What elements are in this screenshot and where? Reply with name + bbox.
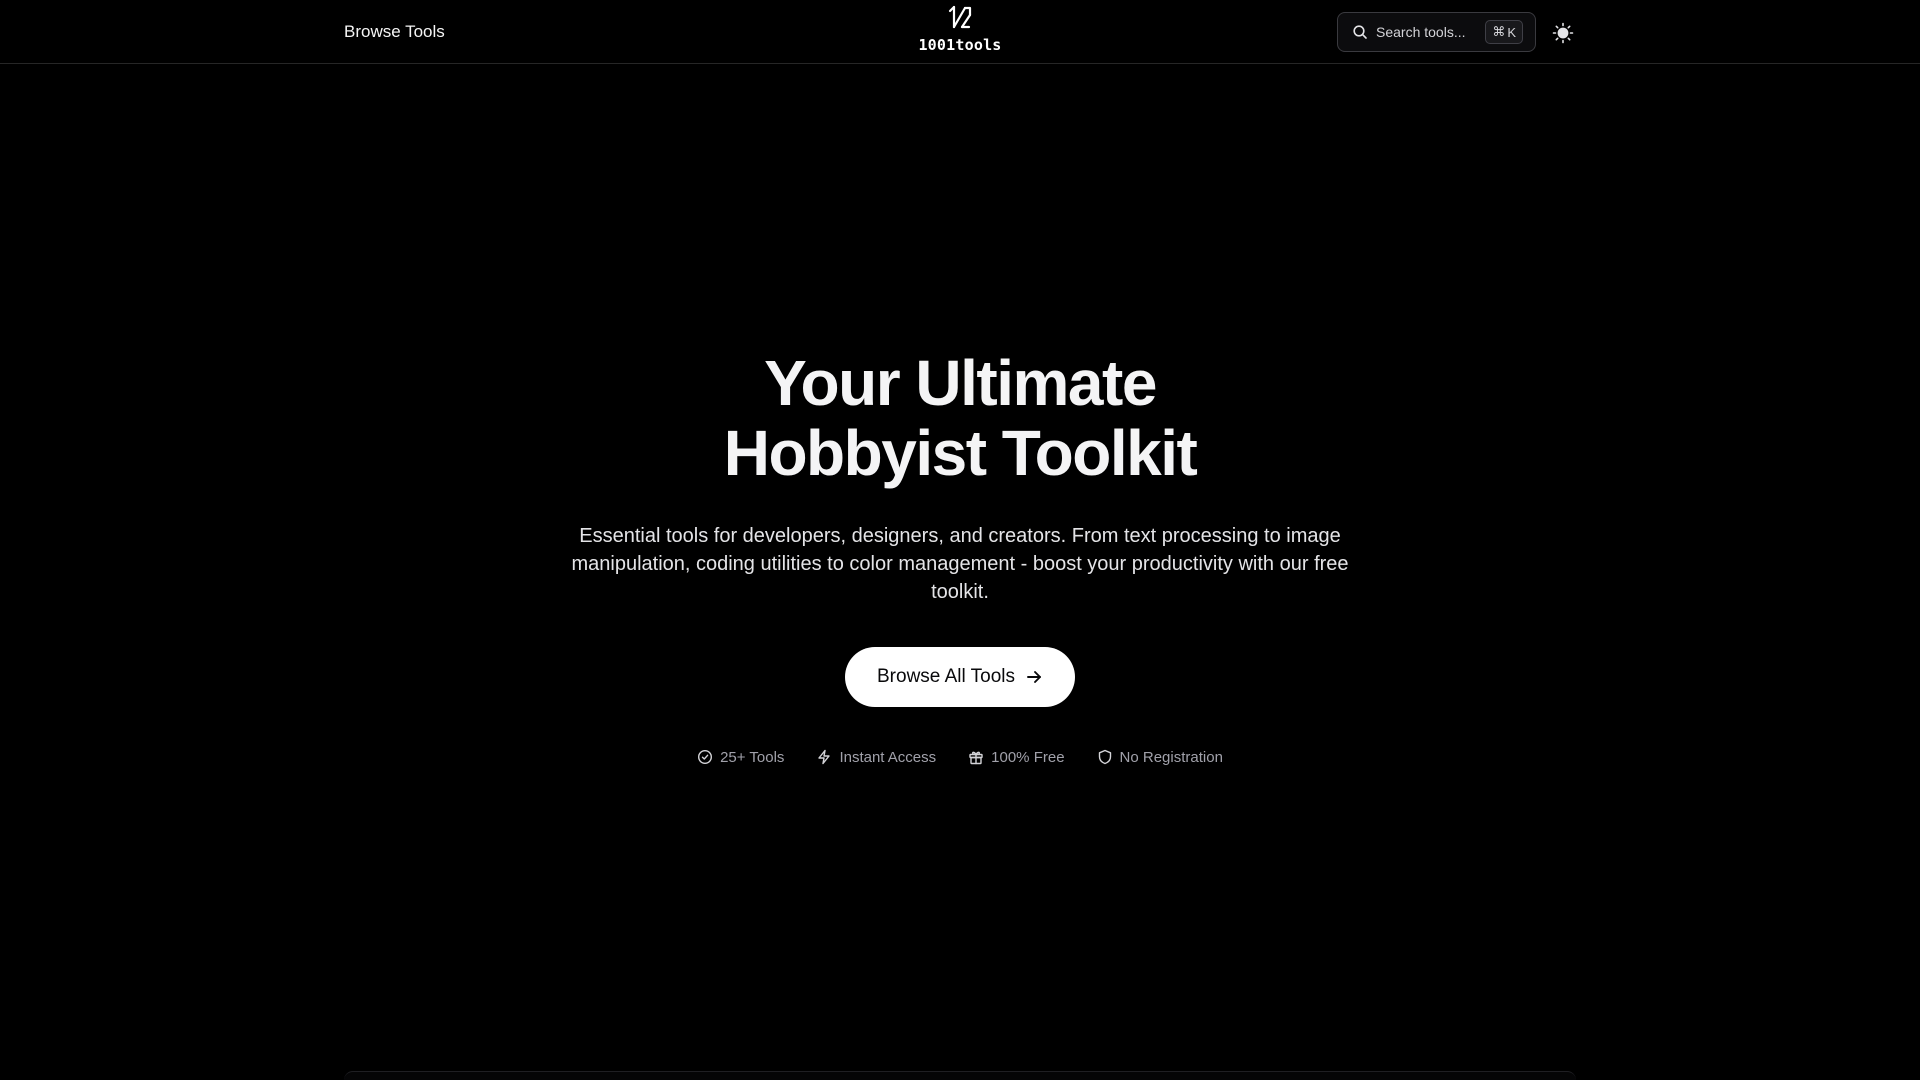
feature-item-tools: 25+ Tools xyxy=(697,749,784,766)
feature-item-free: 100% Free xyxy=(968,748,1065,766)
feature-label: No Registration xyxy=(1119,748,1223,766)
brand-name: 1001tools xyxy=(918,36,1002,54)
zap-icon xyxy=(818,749,831,765)
theme-toggle-button[interactable] xyxy=(1550,20,1576,46)
shortcut-key: K xyxy=(1507,24,1516,40)
command-key: ⌘ xyxy=(1492,24,1506,39)
feature-list: 25+ Tools Instant Access 100% Free No Re… xyxy=(560,744,1360,770)
hero-title-line-1: Your Ultimate xyxy=(764,347,1157,419)
shield-icon xyxy=(1098,749,1111,765)
content-panel-top-edge xyxy=(344,1071,1576,1080)
top-navigation-bar: Browse Tools 1001tools Search tools... ⌘… xyxy=(0,0,1920,64)
logo-icon xyxy=(948,5,972,29)
brand-logo-link[interactable]: 1001tools xyxy=(900,2,1020,62)
feature-label: 25+ Tools xyxy=(720,748,785,766)
browse-tools-link[interactable]: Browse Tools xyxy=(344,20,445,44)
hero-title-line-2: Hobbyist Toolkit xyxy=(723,417,1198,489)
hero-subtitle: Essential tools for developers, designer… xyxy=(571,525,1349,603)
search-icon xyxy=(1353,25,1367,39)
feature-label: Instant Access xyxy=(839,748,937,766)
cta-label: Browse All Tools xyxy=(877,666,1015,687)
search-label: Search tools... xyxy=(1376,24,1466,40)
feature-item-no-registration: No Registration xyxy=(1097,749,1223,766)
sun-icon xyxy=(1552,22,1574,44)
feature-label: 100% Free xyxy=(991,748,1065,766)
check-circle-icon xyxy=(698,749,713,765)
browse-all-tools-button[interactable]: Browse All Tools xyxy=(845,647,1075,707)
keyboard-shortcut-badge: ⌘ K xyxy=(1485,20,1523,44)
gift-icon xyxy=(969,751,983,765)
feature-item-instant-access: Instant Access xyxy=(816,749,936,766)
search-button[interactable]: Search tools... ⌘ K xyxy=(1337,12,1536,52)
arrow-right-icon xyxy=(1027,671,1041,683)
hero-title: Your Ultimate Hobbyist Toolkit xyxy=(560,348,1360,488)
